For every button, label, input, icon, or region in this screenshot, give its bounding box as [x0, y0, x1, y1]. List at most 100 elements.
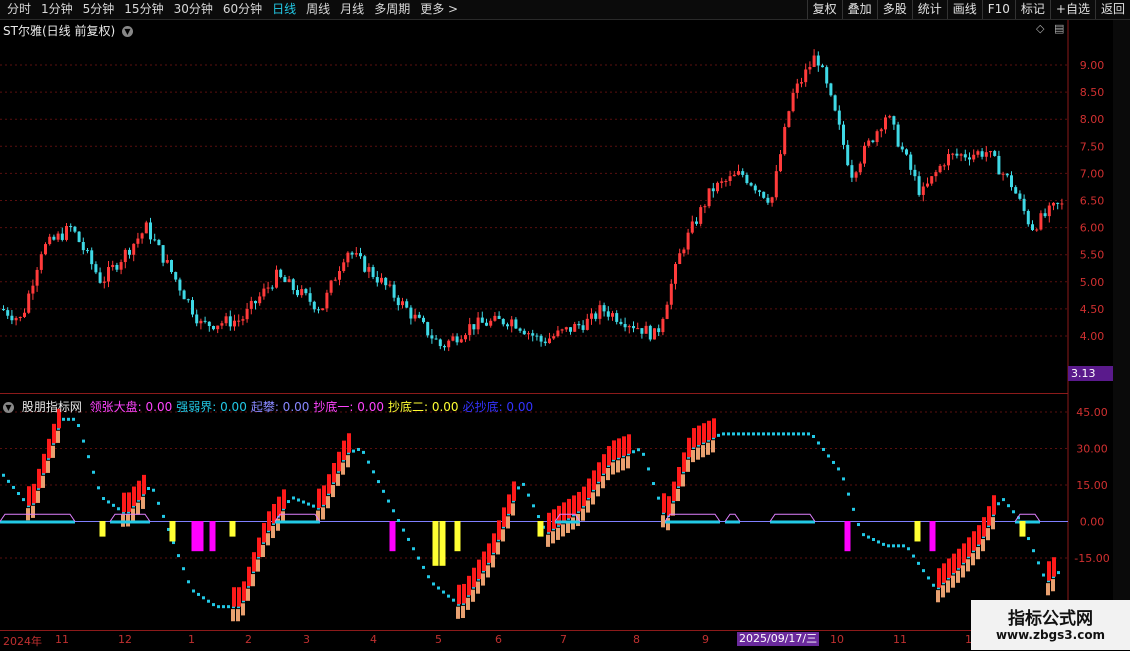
- toolbar-button-6[interactable]: 标记: [1014, 0, 1050, 19]
- tab-period-0[interactable]: 分时: [2, 0, 36, 19]
- window-toggle-icon[interactable]: ▤: [1054, 22, 1064, 35]
- oscillator-dot: [17, 492, 20, 496]
- candle-body: [18, 316, 22, 319]
- candle-body: [233, 320, 236, 327]
- signal-bar: [454, 521, 461, 552]
- oscillator-dot: [527, 493, 530, 497]
- oscillator-dot: [832, 460, 835, 464]
- indicator-legend: ▼ 股朋指标网 领张大盘: 0.00 强弱界: 0.00 起攀: 0.00 抄底一: …: [3, 398, 537, 415]
- candle-body: [888, 116, 892, 118]
- candle-body: [27, 293, 31, 313]
- candle-body: [186, 299, 190, 301]
- candle-body: [90, 250, 94, 265]
- candle-body: [1014, 187, 1018, 194]
- price-chart[interactable]: 9.00 8.50 8.00 7.50 7.00 6.50 6.00 5.50 5.00 4.50…: [0, 0, 1130, 650]
- oscillator-dot: [402, 528, 405, 532]
- oscillator-dot: [92, 470, 95, 474]
- toolbar-button-8[interactable]: 返回: [1094, 0, 1130, 19]
- chart-corner-controls: ◇ ▤: [1036, 22, 1064, 35]
- toolbar-button-1[interactable]: 叠加: [841, 0, 877, 19]
- candle-body: [951, 153, 955, 155]
- tab-period-5[interactable]: 60分钟: [218, 0, 267, 19]
- candle-body: [842, 124, 845, 145]
- toolbar-button-7[interactable]: +自选: [1049, 0, 1095, 19]
- rising-bar-shadow: [241, 603, 245, 616]
- climb-hump: [0, 513, 76, 522]
- tab-period-3[interactable]: 15分钟: [119, 0, 168, 19]
- rising-bar-shadow: [346, 455, 350, 468]
- rising-bar-shadow: [561, 524, 565, 537]
- candle-body: [220, 323, 224, 326]
- candle-body: [434, 338, 438, 340]
- candle-body: [703, 206, 707, 208]
- period-tabs: 分时 1分钟 5分钟 15分钟 30分钟 60分钟 日线 周线 月线 多周期 更多 >: [2, 0, 463, 19]
- candle-body: [65, 226, 68, 240]
- tab-period-2[interactable]: 5分钟: [78, 0, 120, 19]
- oscillator-dot: [432, 582, 435, 586]
- date-label: 8: [633, 633, 640, 646]
- toolbar-button-5[interactable]: F10: [981, 0, 1015, 19]
- rising-bar: [342, 440, 346, 461]
- date-label: 11: [55, 633, 69, 646]
- tab-period-9[interactable]: 多周期: [369, 0, 415, 19]
- oscillator-dot: [927, 576, 930, 580]
- tab-period-1[interactable]: 1分钟: [36, 0, 78, 19]
- candle-body: [296, 290, 299, 296]
- rising-bar-shadow: [951, 575, 955, 588]
- signal-bar: [929, 521, 936, 552]
- candle-body: [308, 293, 312, 302]
- chevron-down-icon[interactable]: ▼: [121, 26, 133, 37]
- tab-period-4[interactable]: 30分钟: [169, 0, 218, 19]
- candle-body: [972, 154, 976, 160]
- chevron-down-icon[interactable]: ▼: [3, 402, 14, 413]
- candle-body: [858, 163, 862, 173]
- toolbar-button-2[interactable]: 多股: [876, 0, 912, 19]
- price-tick-label: 4.50: [1080, 303, 1105, 316]
- rising-bar: [627, 434, 631, 454]
- toolbar-button-4[interactable]: 画线: [946, 0, 982, 19]
- oscillator-dot: [87, 455, 90, 459]
- oscillator-dot: [442, 590, 445, 594]
- candle-body: [669, 283, 673, 305]
- oscillator-dot: [297, 498, 300, 502]
- candle-body: [224, 316, 228, 324]
- candle-body: [1056, 202, 1060, 204]
- candle-body: [375, 277, 379, 283]
- candle-body: [384, 277, 388, 286]
- rising-bar: [497, 520, 501, 540]
- rising-bar-shadow: [256, 559, 260, 572]
- candle-body: [77, 231, 81, 243]
- rising-bar-shadow: [266, 533, 270, 546]
- price-tick-label: 8.00: [1080, 113, 1105, 126]
- candle-body: [325, 292, 329, 309]
- strength-segment: [665, 520, 720, 524]
- rising-bar: [262, 522, 266, 543]
- oscillator-dot: [302, 500, 305, 504]
- oscillator-dot: [67, 417, 70, 421]
- candle-body: [262, 288, 266, 297]
- rising-bar-shadow: [676, 488, 680, 502]
- tab-period-7[interactable]: 周线: [301, 0, 335, 19]
- indicator-field-0: 领张大盘: 0.00: [89, 400, 173, 414]
- pane-divider[interactable]: [0, 393, 1068, 394]
- rising-bar: [582, 486, 586, 507]
- candle-body: [989, 151, 992, 153]
- rising-bar: [677, 466, 681, 487]
- rising-bar-shadow: [331, 484, 335, 498]
- rising-bar-shadow: [956, 570, 960, 583]
- oscillator-dot: [902, 544, 905, 548]
- rising-bar: [137, 480, 141, 501]
- toolbar-button-0[interactable]: 复权: [806, 0, 842, 19]
- oscillator-dot: [212, 603, 215, 607]
- tab-period-6[interactable]: 日线: [267, 0, 301, 19]
- rising-bar-shadow: [236, 609, 240, 622]
- indicator-name[interactable]: 股朋指标网: [22, 400, 82, 414]
- tab-period-10[interactable]: 更多 >: [415, 0, 463, 19]
- diamond-icon[interactable]: ◇: [1036, 22, 1044, 35]
- rising-bar: [27, 486, 31, 506]
- toolbar-button-3[interactable]: 统计: [911, 0, 947, 19]
- tab-period-8[interactable]: 月线: [335, 0, 369, 19]
- candle-body: [123, 249, 127, 263]
- indicator-tick-label: -15.00: [1074, 552, 1109, 565]
- rising-bar-shadow: [586, 500, 590, 513]
